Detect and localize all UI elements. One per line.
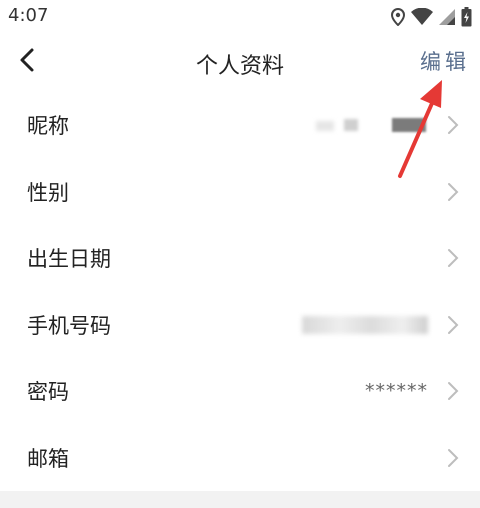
status-time: 4:07 [8, 5, 49, 26]
page-title: 个人资料 [195, 54, 284, 79]
row-label: 邮箱 [27, 446, 69, 471]
row-birthdate[interactable]: 出生日期 [0, 225, 480, 292]
row-gender[interactable]: 性别 [0, 159, 480, 226]
chevron-right-icon [448, 448, 459, 467]
edit-button[interactable]: 编辑 [420, 46, 470, 76]
row-label: 昵称 [27, 114, 69, 139]
row-phone[interactable]: 手机号码 [0, 292, 480, 359]
row-nickname[interactable]: 昵称 [0, 92, 480, 159]
app-header: 个人资料 编辑 [0, 34, 480, 90]
signal-icon [439, 8, 455, 26]
row-password[interactable]: 密码 ****** [0, 358, 480, 425]
wifi-icon [411, 8, 433, 26]
password-value: ****** [365, 380, 428, 403]
row-label: 密码 [27, 380, 69, 405]
chevron-right-icon [448, 315, 459, 334]
chevron-right-icon [448, 382, 459, 401]
row-label: 手机号码 [27, 313, 111, 338]
row-label: 出生日期 [27, 247, 111, 272]
nickname-value-masked [316, 117, 428, 133]
row-label: 性别 [27, 180, 69, 205]
chevron-right-icon [448, 182, 459, 201]
status-icons [391, 7, 472, 27]
battery-icon [461, 7, 472, 27]
profile-list: 昵称 性别 出生日期 手机号码 密码 ****** 邮箱 [0, 92, 480, 491]
row-email[interactable]: 邮箱 [0, 425, 480, 492]
chevron-right-icon [448, 116, 459, 135]
bottom-divider-band [0, 491, 480, 508]
back-arrow-icon [20, 48, 34, 72]
location-icon [391, 8, 405, 26]
phone-value-masked [302, 315, 428, 334]
chevron-right-icon [448, 249, 459, 268]
status-bar: 4:07 [0, 0, 480, 34]
back-button[interactable] [10, 42, 46, 78]
